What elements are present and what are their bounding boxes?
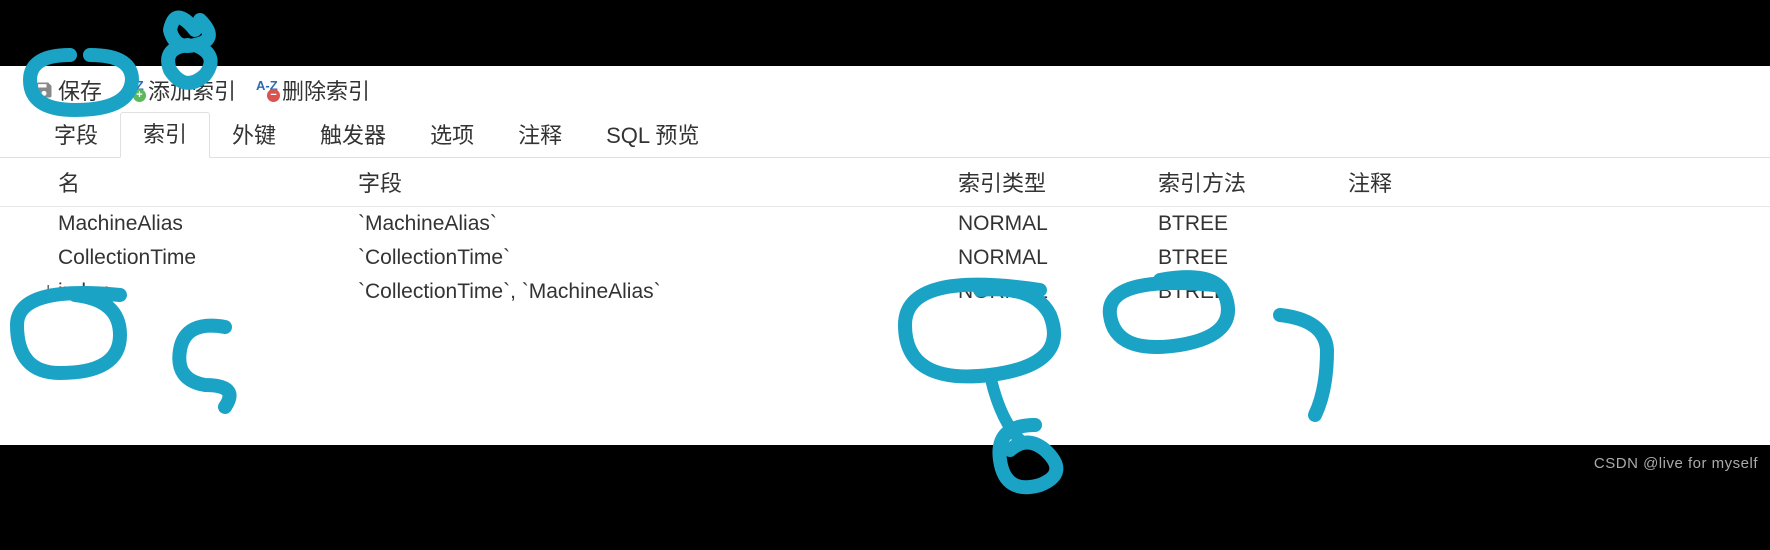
cell-index-type[interactable]: NORMAL: [954, 207, 1154, 241]
tab-foreign-key[interactable]: 外键: [210, 112, 298, 158]
tab-index[interactable]: 索引: [120, 112, 210, 158]
text-cursor-icon: I: [46, 283, 50, 301]
save-button[interactable]: 保存: [28, 72, 108, 108]
table-row[interactable]: MachineAlias `MachineAlias` NORMAL BTREE: [0, 207, 1770, 241]
cell-name[interactable]: I index: [54, 275, 354, 309]
cell-fields[interactable]: `CollectionTime`, `MachineAlias`: [354, 275, 954, 309]
col-index-method[interactable]: 索引方法: [1154, 158, 1344, 206]
delete-index-icon: A-Z −: [256, 80, 278, 100]
cell-index-type[interactable]: NORMAL: [954, 275, 1154, 309]
cell-index-method[interactable]: BTREE: [1154, 241, 1344, 275]
cell-comment[interactable]: [1344, 275, 1770, 309]
cell-name[interactable]: MachineAlias: [54, 207, 354, 241]
toolbar: 保存 A-Z + 添加索引 A-Z − 删除索引: [0, 66, 1770, 114]
col-name[interactable]: 名: [54, 158, 354, 206]
cell-name[interactable]: CollectionTime: [54, 241, 354, 275]
tab-fields[interactable]: 字段: [32, 112, 120, 158]
grid-header: 名 字段 索引类型 索引方法 注释: [0, 158, 1770, 207]
add-index-label: 添加索引: [148, 74, 236, 106]
col-index-type[interactable]: 索引类型: [954, 158, 1154, 206]
tabs: 字段 索引 外键 触发器 选项 注释 SQL 预览: [0, 114, 1770, 158]
cell-fields[interactable]: `CollectionTime`: [354, 241, 954, 275]
watermark: CSDN @live for myself: [1594, 455, 1758, 472]
add-index-button[interactable]: A-Z + 添加索引: [116, 72, 242, 108]
index-grid: 名 字段 索引类型 索引方法 注释 MachineAlias `MachineA…: [0, 158, 1770, 309]
cell-index-type[interactable]: NORMAL: [954, 241, 1154, 275]
cell-comment[interactable]: [1344, 207, 1770, 241]
delete-index-button[interactable]: A-Z − 删除索引: [250, 72, 376, 108]
table-row[interactable]: I index `CollectionTime`, `MachineAlias`…: [0, 275, 1770, 309]
cell-name-value: index: [58, 280, 108, 303]
add-index-icon: A-Z +: [122, 80, 144, 100]
table-row[interactable]: CollectionTime `CollectionTime` NORMAL B…: [0, 241, 1770, 275]
delete-index-label: 删除索引: [282, 74, 370, 106]
tab-trigger[interactable]: 触发器: [298, 112, 408, 158]
save-icon: [34, 80, 54, 100]
col-comment[interactable]: 注释: [1344, 158, 1770, 206]
col-fields[interactable]: 字段: [354, 158, 954, 206]
tab-sql-preview[interactable]: SQL 预览: [584, 112, 721, 158]
save-label: 保存: [58, 74, 102, 106]
cell-fields[interactable]: `MachineAlias`: [354, 207, 954, 241]
cell-index-method[interactable]: BTREE: [1154, 275, 1344, 309]
tab-comment[interactable]: 注释: [496, 112, 584, 158]
cell-index-method[interactable]: BTREE: [1154, 207, 1344, 241]
tab-options[interactable]: 选项: [408, 112, 496, 158]
cell-comment[interactable]: [1344, 241, 1770, 275]
